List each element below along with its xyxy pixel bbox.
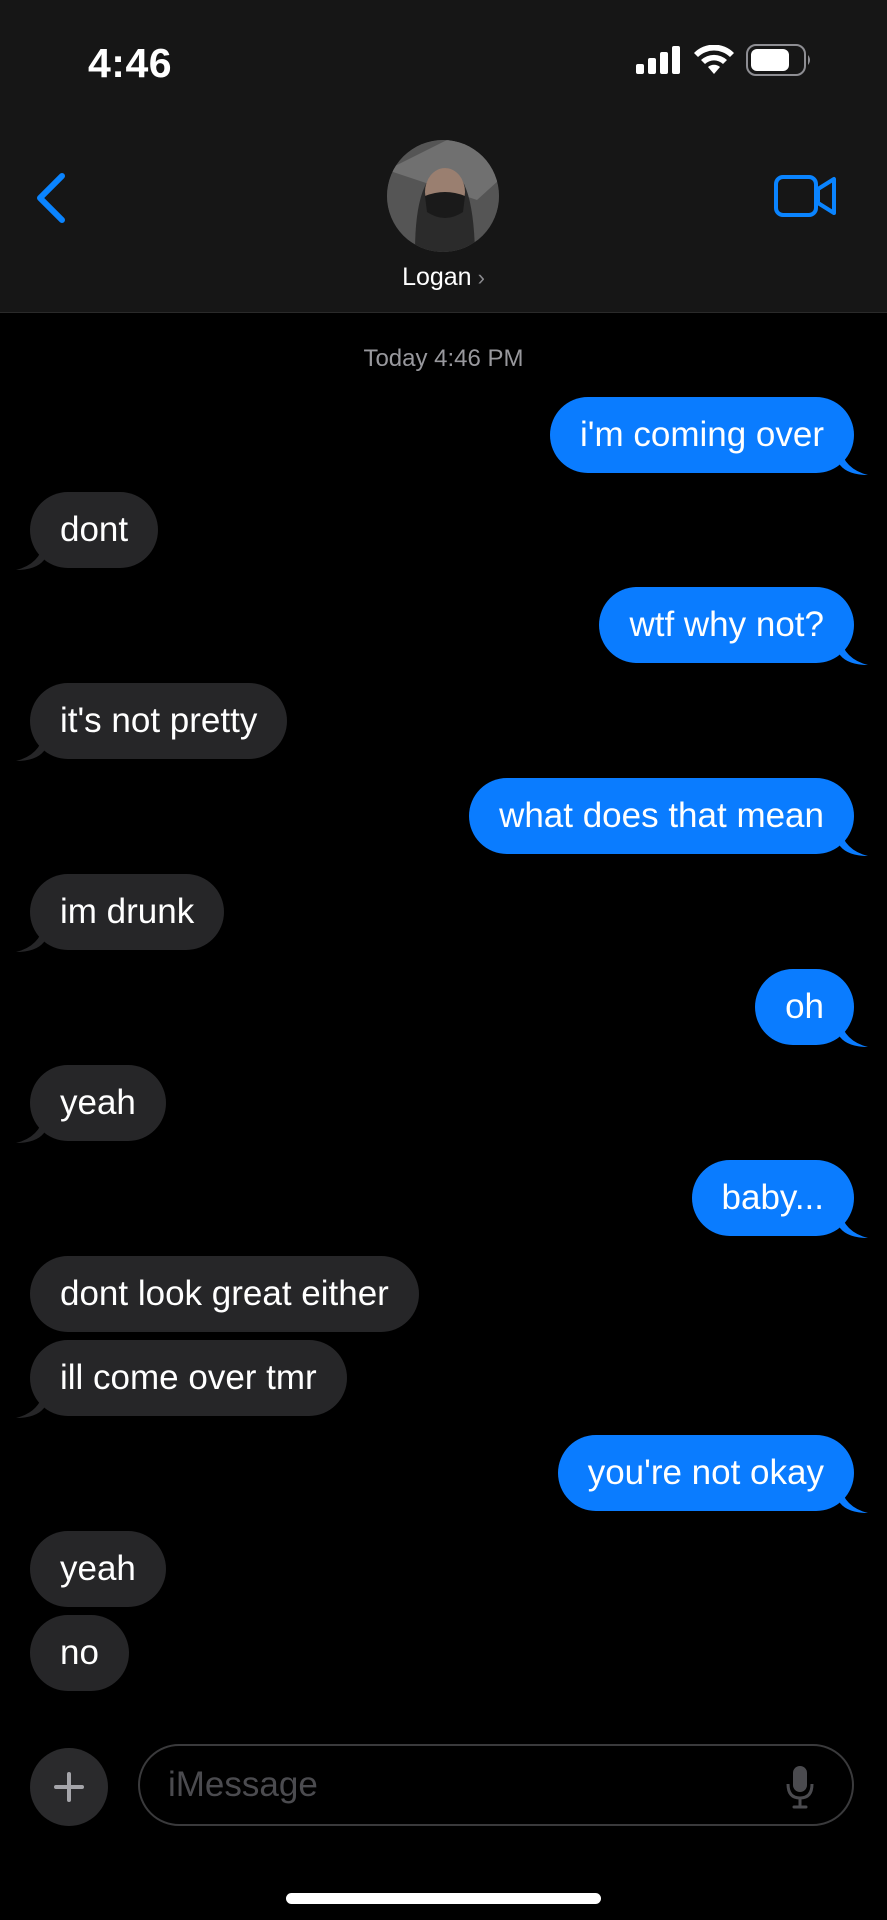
bubble-tail-icon — [16, 1115, 44, 1143]
message-text: ill come over tmr — [60, 1358, 317, 1397]
received-message-bubble[interactable]: yeah — [30, 1531, 166, 1607]
imessage-input[interactable]: iMessage — [138, 1744, 854, 1826]
input-placeholder: iMessage — [168, 1765, 318, 1804]
video-call-icon[interactable] — [773, 172, 837, 220]
cellular-signal-icon — [636, 46, 680, 74]
navigation-header: 4:46 Logan › — [0, 0, 887, 313]
received-message-bubble[interactable]: it's not pretty — [16, 683, 288, 761]
chevron-right-icon: › — [477, 265, 485, 290]
contact-name[interactable]: Logan › — [0, 263, 887, 292]
message-text: yeah — [60, 1549, 136, 1588]
sent-message-bubble[interactable]: oh — [755, 969, 868, 1047]
conversation-timestamp: Today 4:46 PM — [363, 345, 524, 372]
bubble-tail-icon — [16, 733, 44, 761]
bubble-tail-icon — [16, 1390, 44, 1418]
bubble-tail-icon — [840, 1485, 868, 1513]
sent-message-bubble[interactable]: you're not okay — [557, 1435, 868, 1513]
avatar[interactable] — [387, 140, 499, 252]
back-chevron-icon[interactable] — [30, 168, 74, 228]
bubble-tail-icon — [840, 447, 868, 475]
received-message-bubble[interactable]: dont look great either — [30, 1256, 419, 1332]
home-indicator[interactable] — [286, 1893, 601, 1904]
bubble-tail-icon — [16, 542, 44, 570]
status-time: 4:46 — [88, 40, 173, 86]
bubble-tail-icon — [840, 1210, 868, 1238]
message-text: im drunk — [60, 892, 195, 931]
message-composer: iMessage — [0, 1740, 887, 1830]
message-text: it's not pretty — [60, 701, 258, 740]
message-text: yeah — [60, 1083, 136, 1122]
message-text: dont — [60, 510, 129, 549]
message-text: baby... — [721, 1178, 824, 1217]
received-message-bubble[interactable]: ill come over tmr — [16, 1340, 347, 1418]
add-attachment-button[interactable] — [30, 1748, 108, 1826]
message-text: oh — [785, 987, 824, 1026]
bubble-tail-icon — [840, 828, 868, 856]
message-text: wtf why not? — [629, 605, 824, 644]
microphone-icon[interactable] — [786, 1764, 814, 1810]
sent-message-bubble[interactable]: what does that mean — [469, 778, 868, 856]
plus-icon — [54, 1772, 84, 1802]
received-message-bubble[interactable]: no — [30, 1615, 129, 1691]
status-icons — [636, 44, 812, 76]
sent-message-bubble[interactable]: wtf why not? — [599, 587, 868, 665]
sent-message-bubble[interactable]: i'm coming over — [550, 397, 868, 475]
sent-message-bubble[interactable]: baby... — [691, 1160, 868, 1238]
message-text: i'm coming over — [580, 415, 824, 454]
contact-name-label: Logan — [402, 263, 472, 291]
message-text: what does that mean — [499, 796, 824, 835]
battery-icon — [746, 44, 810, 76]
bubble-tail-icon — [840, 637, 868, 665]
message-text: dont look great either — [60, 1274, 389, 1313]
received-message-bubble[interactable]: yeah — [16, 1065, 166, 1143]
message-text: no — [60, 1633, 99, 1672]
received-message-bubble[interactable]: dont — [16, 492, 159, 570]
bubble-tail-icon — [16, 924, 44, 952]
received-message-bubble[interactable]: im drunk — [16, 874, 225, 952]
message-text: you're not okay — [587, 1453, 824, 1492]
bubble-tail-icon — [840, 1019, 868, 1047]
wifi-icon — [694, 45, 734, 74]
